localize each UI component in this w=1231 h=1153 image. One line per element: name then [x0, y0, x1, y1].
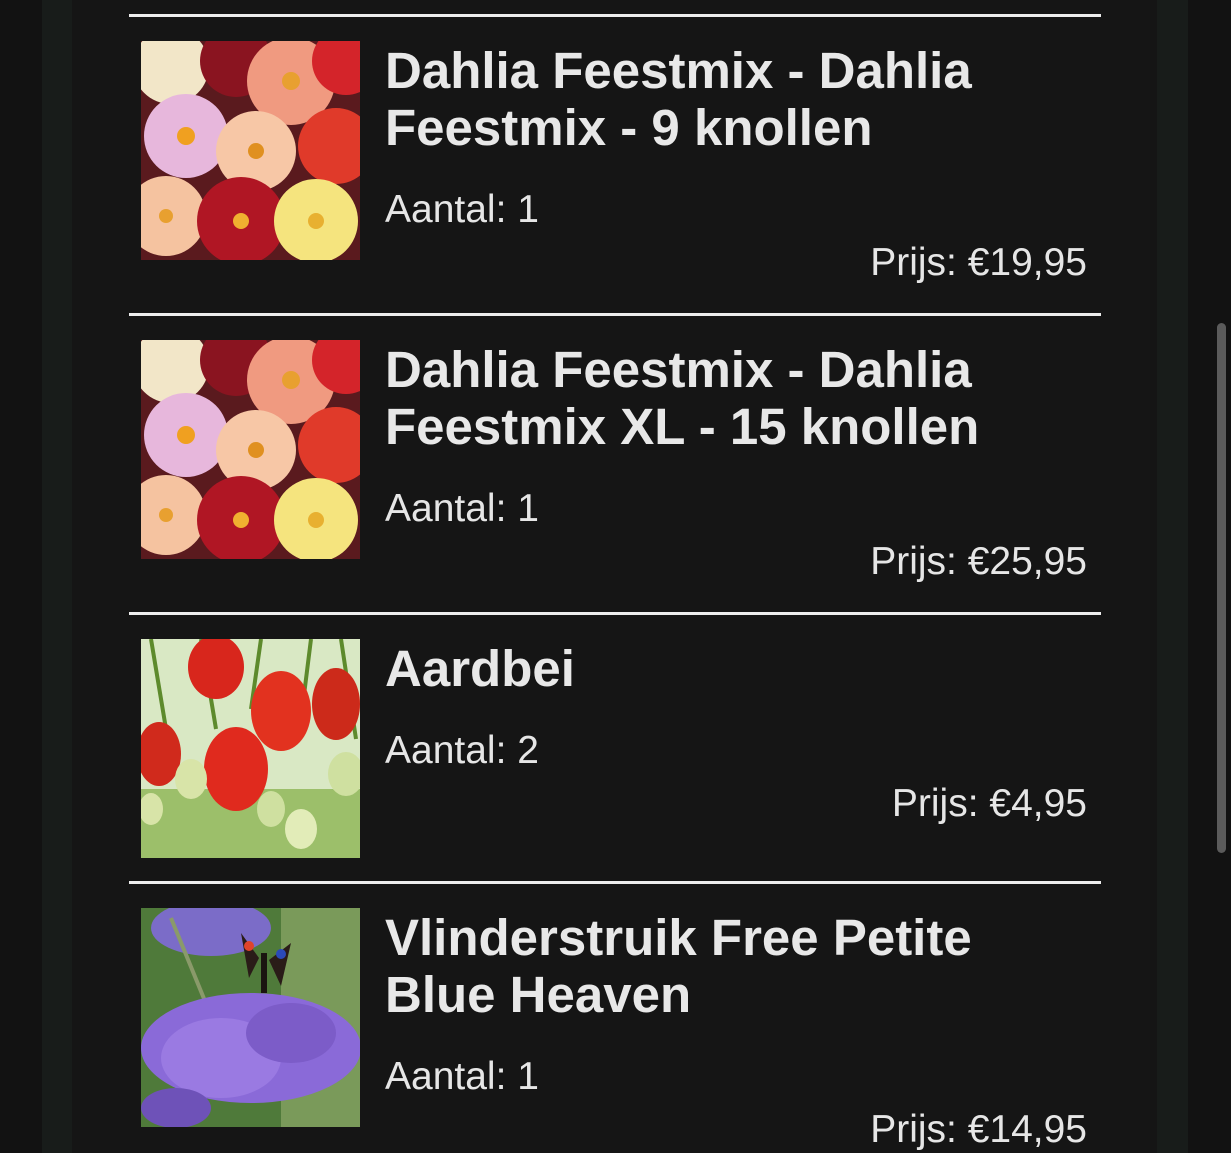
right-gutter: [1157, 0, 1188, 1153]
item-quantity: Aantal: 1: [385, 487, 539, 530]
item-quantity: Aantal: 1: [385, 188, 539, 231]
item-price: Prijs: €14,95: [870, 1108, 1087, 1151]
item-price: Prijs: €19,95: [870, 241, 1087, 284]
left-gutter: [42, 0, 72, 1153]
dahlia-photo: [141, 41, 360, 260]
item-price: Prijs: €25,95: [870, 540, 1087, 583]
item-title[interactable]: Dahlia Feestmix - Dahlia Feestmix - 9 kn…: [385, 42, 1085, 156]
strawberry-photo: [141, 639, 360, 858]
product-image-strawberry[interactable]: [141, 639, 360, 858]
item-price: Prijs: €4,95: [891, 782, 1087, 825]
product-image-dahlia-xl[interactable]: [141, 340, 360, 559]
butterfly-bush-photo: [141, 908, 360, 1127]
item-quantity: Aantal: 2: [385, 729, 539, 772]
product-image-dahlia[interactable]: [141, 41, 360, 260]
item-divider: [129, 313, 1101, 316]
item-quantity: Aantal: 1: [385, 1055, 539, 1098]
item-title[interactable]: Vlinderstruik Free Petite Blue Heaven: [385, 909, 1085, 1023]
item-divider: [129, 14, 1101, 17]
item-divider: [129, 612, 1101, 615]
item-title[interactable]: Dahlia Feestmix - Dahlia Feestmix XL - 1…: [385, 341, 1085, 455]
item-divider: [129, 881, 1101, 884]
dahlia-photo: [141, 340, 360, 559]
scrollbar[interactable]: [1217, 323, 1226, 853]
cart-page: Dahlia Feestmix - Dahlia Feestmix - 9 kn…: [0, 0, 1231, 1153]
item-title[interactable]: Aardbei: [385, 640, 1085, 697]
product-image-butterfly-bush[interactable]: [141, 908, 360, 1127]
